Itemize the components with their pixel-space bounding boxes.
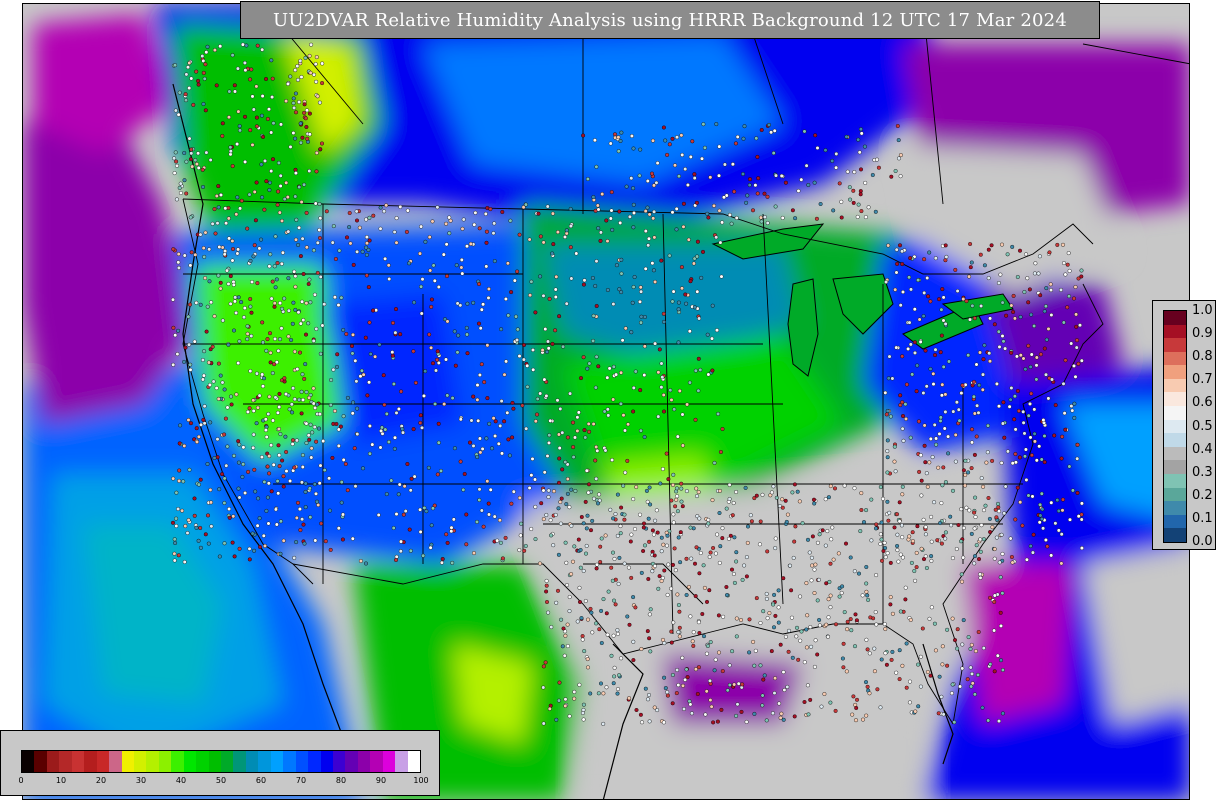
observation-colorbar-tick: 1.0 — [1192, 303, 1213, 318]
humidity-colorbar-tick: 30 — [135, 776, 147, 785]
humidity-field — [23, 4, 1189, 799]
observation-colorbar-tick: 0.3 — [1192, 464, 1213, 480]
observation-colorbar-segment — [1164, 446, 1186, 461]
observation-colorbar-segment — [1164, 365, 1186, 379]
observation-colorbar-segment — [1164, 406, 1186, 420]
humidity-colorbar-tick: 40 — [175, 776, 187, 785]
humidity-colorbar-segment — [233, 751, 246, 772]
observation-colorbar-segment — [1164, 338, 1186, 352]
observation-colorbar-segment — [1164, 487, 1186, 502]
humidity-colorbar-segment — [320, 751, 333, 772]
humidity-colorbar-segment — [59, 751, 72, 772]
humidity-colorbar-segment — [121, 751, 134, 772]
observation-colorbar-segment — [1164, 473, 1186, 488]
observation-colorbar-tick: 0.6 — [1192, 395, 1213, 411]
humidity-colorbar-tick: 0 — [18, 776, 24, 785]
observation-colorbar-segment — [1164, 501, 1186, 515]
observation-colorbar-segment — [1164, 528, 1186, 542]
observation-colorbar-segment — [1164, 392, 1186, 407]
humidity-colorbar-segment — [96, 751, 110, 772]
humidity-colorbar-segment — [308, 751, 321, 772]
map-title: UU2DVAR Relative Humidity Analysis using… — [240, 1, 1100, 39]
humidity-colorbar-segment — [345, 751, 358, 772]
observation-colorbar-segment — [1164, 419, 1186, 434]
observation-colorbar-segment — [1164, 433, 1186, 447]
humidity-colorbar-segment — [221, 751, 234, 772]
humidity-colorbar-segment — [171, 751, 184, 772]
humidity-colorbar-tick: 70 — [295, 776, 307, 785]
humidity-colorbar-gradient — [21, 750, 421, 773]
humidity-colorbar-tick: 60 — [255, 776, 267, 785]
observation-colorbar-segment — [1164, 351, 1186, 366]
humidity-colorbar-segment — [46, 751, 60, 772]
humidity-colorbar-segment — [407, 751, 420, 772]
humidity-map — [23, 4, 1189, 799]
observation-colorbar-gradient — [1163, 310, 1187, 543]
humidity-colorbar-segment — [146, 751, 159, 772]
observation-colorbar-segment — [1164, 311, 1186, 325]
humidity-colorbar-segment — [295, 751, 309, 772]
humidity-colorbar-tick: 100 — [413, 776, 429, 785]
humidity-colorbar-tick: 80 — [335, 776, 347, 785]
humidity-colorbar: 0 10 20 30 40 50 60 70 80 90 100 — [0, 730, 440, 796]
observation-colorbar-tick: 0.1 — [1192, 510, 1213, 526]
observation-colorbar-tick: 0.8 — [1192, 349, 1213, 365]
observation-colorbar: 1.0 0.9 0.8 0.7 0.6 0.5 0.4 0.3 0.2 0.1 0.0 — [1152, 300, 1216, 550]
humidity-colorbar-segment — [370, 751, 383, 772]
observation-colorbar-segment — [1164, 460, 1186, 474]
observation-colorbar-tick: 0.9 — [1192, 326, 1213, 342]
map-panel — [22, 3, 1190, 800]
observation-colorbar-segment — [1164, 324, 1186, 339]
humidity-colorbar-tick: 50 — [215, 776, 227, 785]
humidity-colorbar-segment — [332, 751, 346, 772]
humidity-colorbar-segment — [22, 751, 35, 772]
humidity-colorbar-segment — [382, 751, 396, 772]
humidity-colorbar-segment — [283, 751, 296, 772]
humidity-colorbar-segment — [270, 751, 284, 772]
observation-colorbar-segment — [1164, 378, 1186, 393]
humidity-colorbar-segment — [133, 751, 147, 772]
humidity-colorbar-tick: 20 — [95, 776, 107, 785]
humidity-colorbar-tick: 90 — [375, 776, 387, 785]
humidity-colorbar-segment — [183, 751, 197, 772]
humidity-colorbar-segment — [84, 751, 97, 772]
humidity-colorbar-tick: 10 — [55, 776, 67, 785]
humidity-colorbar-segment — [245, 751, 259, 772]
humidity-colorbar-segment — [158, 751, 172, 772]
observation-colorbar-tick: 0.7 — [1192, 372, 1213, 388]
observation-colorbar-tick: 0.4 — [1192, 441, 1213, 457]
observation-colorbar-segment — [1164, 514, 1186, 529]
humidity-colorbar-segment — [109, 751, 122, 772]
observation-colorbar-tick: 0.5 — [1192, 418, 1213, 434]
humidity-colorbar-segment — [208, 751, 221, 772]
humidity-colorbar-segment — [357, 751, 371, 772]
humidity-colorbar-segment — [395, 751, 408, 772]
humidity-colorbar-segment — [34, 751, 47, 772]
observation-colorbar-tick: 0.0 — [1192, 534, 1213, 549]
humidity-colorbar-segment — [196, 751, 209, 772]
humidity-colorbar-segment — [258, 751, 271, 772]
observation-colorbar-tick: 0.2 — [1192, 487, 1213, 503]
humidity-colorbar-segment — [71, 751, 85, 772]
